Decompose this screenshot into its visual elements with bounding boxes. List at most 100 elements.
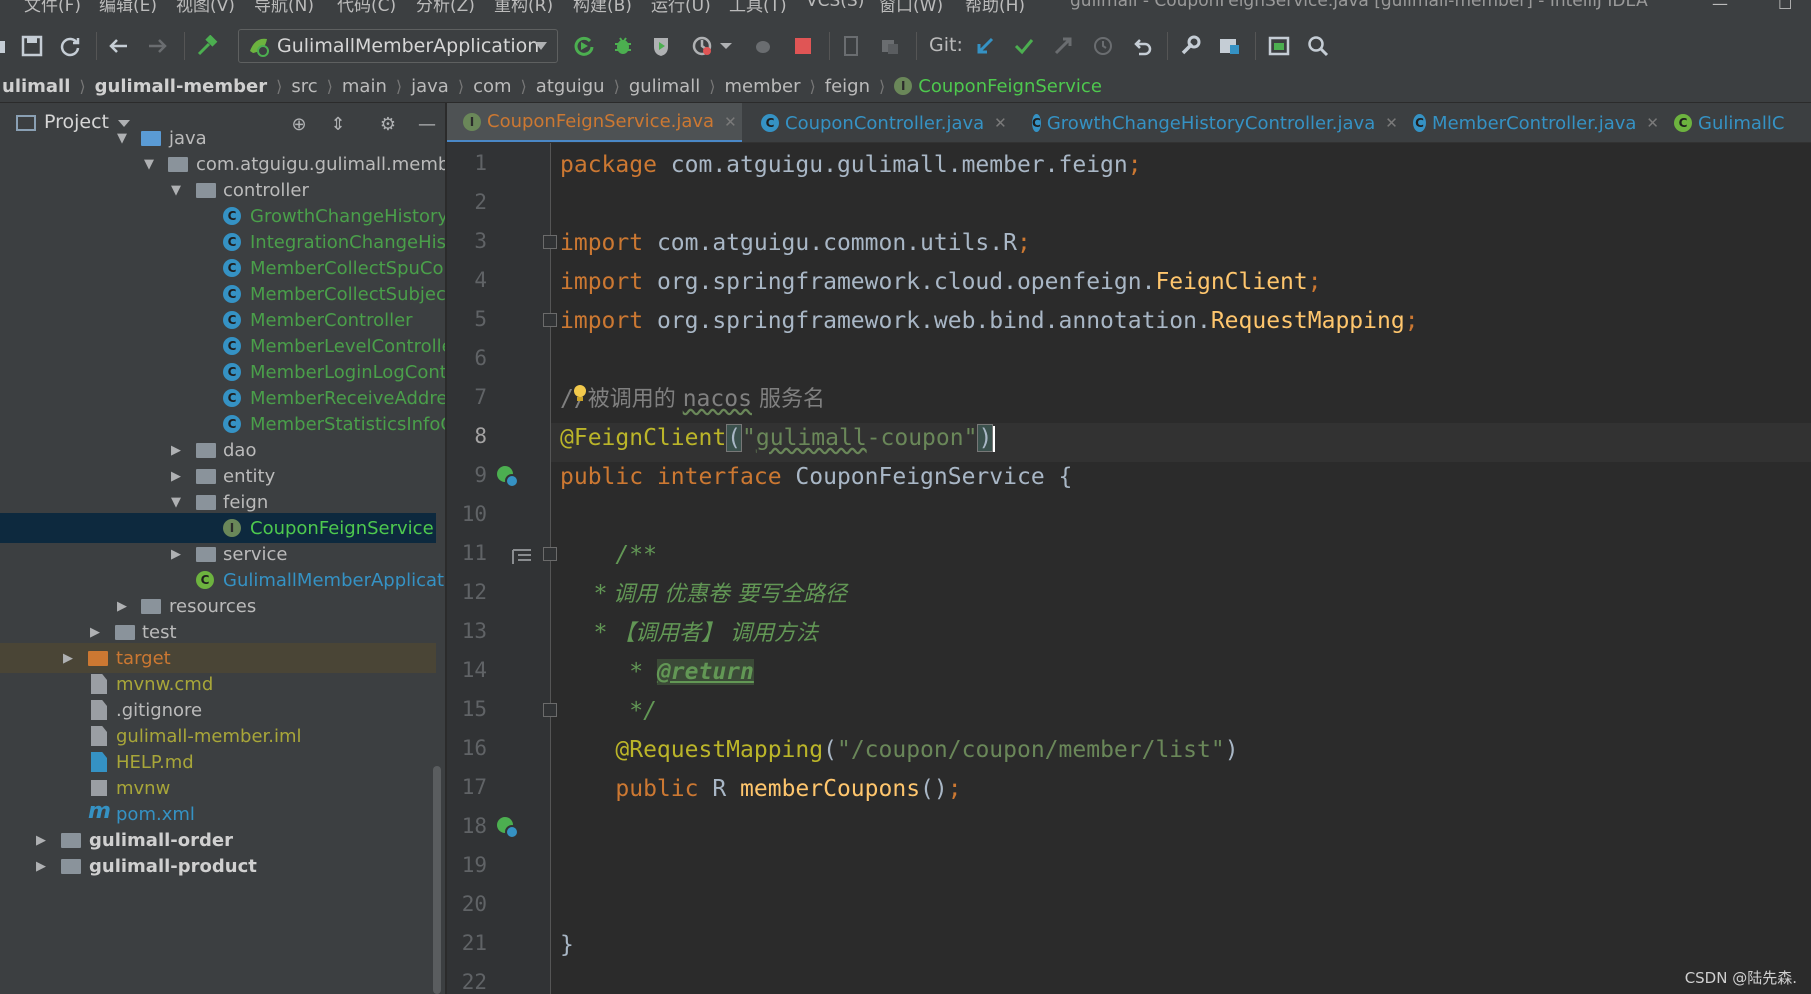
close-icon[interactable]: ✕ (1646, 114, 1659, 132)
project-structure-icon[interactable] (1217, 34, 1241, 58)
breadcrumb-item[interactable]: main (342, 76, 387, 97)
expanded-arrow-icon[interactable]: ▼ (169, 495, 183, 510)
implementations-gutter-icon[interactable] (494, 463, 520, 489)
collapsed-arrow-icon[interactable]: ▶ (88, 625, 102, 640)
tree-label: GrowthChangeHistoryController (250, 205, 445, 227)
collapsed-arrow-icon[interactable]: ▶ (169, 469, 183, 484)
collapsed-arrow-icon[interactable]: ▶ (169, 547, 183, 562)
fold-marker-icon[interactable] (543, 235, 557, 249)
fold-marker-icon[interactable] (543, 547, 557, 561)
collapsed-arrow-icon[interactable]: ▶ (61, 651, 75, 666)
menu-tools[interactable]: 工具(T) (729, 0, 787, 14)
maven-icon: m (88, 799, 111, 824)
stop-icon[interactable] (791, 34, 815, 58)
rerun-icon[interactable] (572, 34, 596, 58)
close-icon[interactable]: ✕ (1385, 114, 1398, 132)
breadcrumb-item[interactable]: feign (825, 76, 870, 97)
tab-coupon-controller[interactable]: C CouponController.java ✕ (743, 103, 1015, 142)
run-configuration-select[interactable]: GulimallMemberApplication (238, 29, 558, 63)
menu-refactor[interactable]: 重构(R) (494, 0, 553, 14)
attach-debugger-icon[interactable] (751, 34, 775, 58)
menu-window[interactable]: 窗口(W) (879, 0, 943, 14)
breadcrumb-item[interactable]: com (473, 76, 511, 97)
close-icon[interactable]: ✕ (724, 113, 737, 131)
line-number: 9 (474, 463, 487, 487)
git-push-icon[interactable] (1051, 34, 1075, 58)
device-icon[interactable] (839, 34, 863, 58)
menu-file[interactable]: 文件(F) (24, 0, 81, 14)
breadcrumb-item[interactable]: java (411, 76, 449, 97)
menu-edit[interactable]: 编辑(E) (99, 0, 157, 14)
search-icon[interactable] (1306, 34, 1330, 58)
menu-help[interactable]: 帮助(H) (965, 0, 1025, 14)
run-with-coverage-icon[interactable] (649, 34, 673, 58)
tab-member-controller[interactable]: C MemberController.java ✕ (1397, 103, 1659, 142)
minimize-icon[interactable]: — (1712, 0, 1728, 13)
breadcrumb: ulimall ⟩ gulimall-member ⟩ src ⟩ main ⟩ jav… (0, 70, 1811, 102)
save-all-icon[interactable] (20, 34, 44, 58)
menu-build[interactable]: 构建(B) (573, 0, 632, 14)
menu-vcs[interactable]: VCS(S) (806, 0, 864, 11)
tree-label: MemberController (250, 309, 413, 331)
collapsed-arrow-icon[interactable]: ▶ (115, 599, 129, 614)
profiler-dropdown-icon[interactable] (718, 34, 734, 58)
menu-run[interactable]: 运行(U) (651, 0, 711, 14)
expanded-arrow-icon[interactable]: ▼ (115, 131, 129, 146)
tree-label: gulimall-product (89, 855, 257, 877)
settings-wrench-icon[interactable] (1178, 34, 1202, 58)
breadcrumb-item[interactable]: gulimall (629, 76, 700, 97)
database-icon[interactable] (878, 34, 902, 58)
breadcrumb-item-current[interactable]: CouponFeignService (918, 76, 1102, 97)
implementations-gutter-icon[interactable] (494, 814, 520, 840)
build-hammer-icon[interactable] (195, 34, 219, 58)
menu-navigate[interactable]: 导航(N) (254, 0, 314, 14)
file-icon (91, 700, 107, 720)
tree-node-module[interactable]: ▶ gulimall-product (0, 851, 436, 881)
profiler-icon[interactable] (690, 34, 714, 58)
line-number: 18 (461, 814, 487, 838)
tree-label: MemberStatisticsInfoController (250, 413, 445, 435)
tab-gulimall-application[interactable]: C GulimallC (1660, 103, 1810, 142)
scrollbar[interactable] (433, 766, 441, 994)
expanded-arrow-icon[interactable]: ▼ (142, 157, 156, 172)
breadcrumb-item[interactable]: member (724, 76, 800, 97)
tab-coupon-feign-service[interactable]: I CouponFeignService.java ✕ (447, 103, 742, 142)
tree-label: mvnw (116, 777, 171, 799)
tree-label: service (223, 543, 288, 565)
menu-analyze[interactable]: 分析(Z) (416, 0, 475, 14)
open-icon[interactable] (0, 34, 18, 58)
lightbulb-icon[interactable] (573, 384, 587, 402)
collapsed-arrow-icon[interactable]: ▶ (34, 833, 48, 848)
collapsed-arrow-icon[interactable]: ▶ (169, 443, 183, 458)
git-update-icon[interactable] (973, 34, 997, 58)
back-icon[interactable] (106, 34, 130, 58)
breadcrumb-item[interactable]: src (291, 76, 317, 97)
history-icon[interactable] (1091, 34, 1115, 58)
close-icon[interactable]: ✕ (994, 114, 1007, 132)
collapsed-arrow-icon[interactable]: ▶ (34, 859, 48, 874)
code-line: package com.atguigu.gulimall.member.feig… (560, 152, 1142, 178)
menu-view[interactable]: 视图(V) (176, 0, 235, 14)
forward-icon[interactable] (146, 34, 170, 58)
line-number: 7 (474, 385, 487, 409)
debug-bug-icon[interactable] (611, 34, 635, 58)
code-editor[interactable]: 1 2 3 4 5 6 7 8 9 10 11 12 13 14 15 16 1… (447, 143, 1811, 994)
class-icon: C (761, 114, 779, 132)
breadcrumb-item[interactable]: gulimall-member (95, 76, 267, 97)
git-commit-icon[interactable] (1012, 34, 1036, 58)
rollback-icon[interactable] (1130, 34, 1154, 58)
fold-marker-icon[interactable] (543, 313, 557, 327)
class-icon: C (223, 259, 241, 277)
breadcrumb-item[interactable]: atguigu (536, 76, 605, 97)
breadcrumb-item[interactable]: ulimall (2, 76, 70, 97)
sync-icon[interactable] (58, 34, 82, 58)
tab-label: MemberController.java (1432, 112, 1637, 134)
tab-growth-change-history-controller[interactable]: C GrowthChangeHistoryController.java ✕ (1016, 103, 1398, 142)
expanded-arrow-icon[interactable]: ▼ (169, 183, 183, 198)
fold-marker-icon[interactable] (543, 703, 557, 717)
rendered-doc-icon[interactable] (510, 544, 536, 570)
terminal-window-icon[interactable] (1267, 34, 1291, 58)
maximize-icon[interactable]: ☐ (1778, 0, 1792, 13)
package-icon (196, 468, 216, 484)
menu-code[interactable]: 代码(C) (337, 0, 396, 14)
